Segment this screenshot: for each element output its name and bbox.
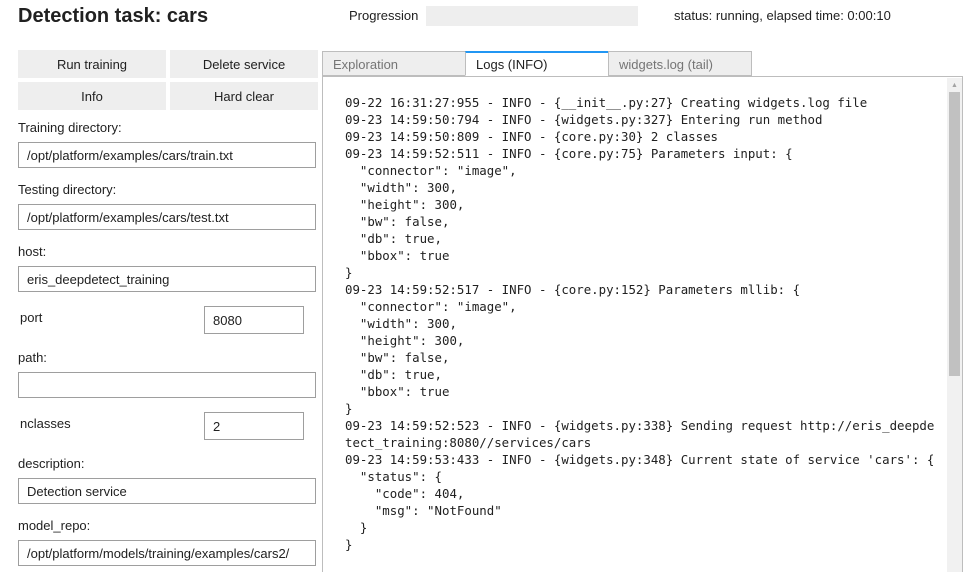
port-input[interactable] [204, 306, 304, 334]
log-line: "db": true, [359, 367, 442, 382]
port-label: port [20, 310, 43, 325]
tab-widgets-log[interactable]: widgets.log (tail) [608, 51, 752, 76]
log-line: } [359, 520, 368, 535]
log-line: "height": 300, [359, 333, 465, 348]
log-line: "width": 300, [359, 180, 457, 195]
description-input[interactable] [18, 478, 316, 504]
path-input[interactable] [18, 372, 316, 398]
model-repo-input[interactable] [18, 540, 316, 566]
training-dir-input[interactable] [18, 142, 316, 168]
log-line: 09-23 14:59:52:511 - INFO - {core.py:75}… [345, 146, 793, 161]
log-line: "status": { [359, 469, 442, 484]
tab-logs-info[interactable]: Logs (INFO) [465, 51, 609, 76]
log-line: "connector": "image", [359, 163, 517, 178]
status-text: status: running, elapsed time: 0:00:10 [674, 8, 891, 23]
testing-dir-input[interactable] [18, 204, 316, 230]
scrollbar-thumb[interactable] [949, 92, 960, 376]
training-dir-label: Training directory: [18, 120, 122, 135]
log-line: } [345, 537, 353, 552]
progress-bar [426, 6, 638, 26]
description-label: description: [18, 456, 85, 471]
log-scrollbar[interactable]: ▲ [947, 78, 962, 572]
log-line: "bw": false, [359, 350, 450, 365]
progress-label: Progression [349, 8, 419, 23]
log-line: 09-23 14:59:52:517 - INFO - {core.py:152… [345, 282, 801, 297]
log-line: 09-22 16:31:27:955 - INFO - {__init__.py… [345, 95, 868, 110]
log-line: "bw": false, [359, 214, 450, 229]
log-line: "code": 404, [374, 486, 465, 501]
tab-exploration[interactable]: Exploration [322, 51, 466, 76]
model-repo-label: model_repo: [18, 518, 91, 533]
log-line: } [345, 401, 353, 416]
delete-service-button[interactable]: Delete service [170, 50, 318, 78]
log-line: "msg": "NotFound" [374, 503, 502, 518]
log-line: "db": true, [359, 231, 442, 246]
log-line: 09-23 14:59:53:433 - INFO - {widgets.py:… [345, 452, 935, 467]
log-line: 09-23 14:59:50:794 - INFO - {widgets.py:… [345, 112, 823, 127]
scroll-up-arrow-icon[interactable]: ▲ [947, 78, 962, 92]
testing-dir-label: Testing directory: [18, 182, 117, 197]
log-line: "width": 300, [359, 316, 457, 331]
log-line: "bbox": true [359, 384, 450, 399]
log-line: } [345, 265, 353, 280]
run-training-button[interactable]: Run training [18, 50, 166, 78]
host-input[interactable] [18, 266, 316, 292]
log-line: "height": 300, [359, 197, 465, 212]
path-label: path: [18, 350, 47, 365]
host-label: host: [18, 244, 47, 259]
log-output: 09-22 16:31:27:955 - INFO - {__init__.py… [345, 94, 935, 553]
nclasses-label: nclasses [20, 416, 71, 431]
log-line: 09-23 14:59:50:809 - INFO - {core.py:30}… [345, 129, 718, 144]
log-line: 09-23 14:59:52:523 - INFO - {widgets.py:… [345, 418, 935, 450]
info-button[interactable]: Info [18, 82, 166, 110]
nclasses-input[interactable] [204, 412, 304, 440]
log-line: "bbox": true [359, 248, 450, 263]
log-line: "connector": "image", [359, 299, 517, 314]
hard-clear-button[interactable]: Hard clear [170, 82, 318, 110]
page-title: Detection task: cars [18, 5, 209, 27]
